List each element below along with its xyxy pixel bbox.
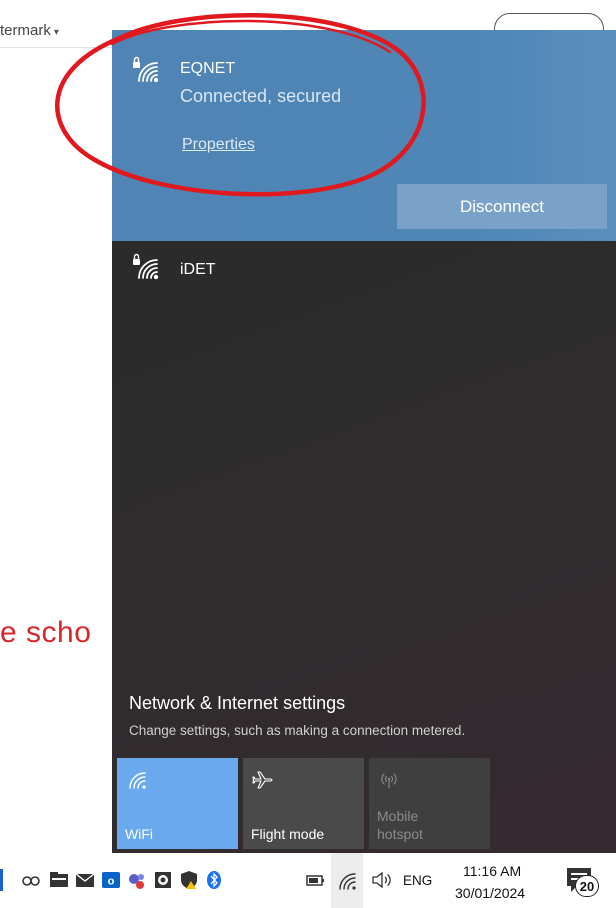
connection-status: Connected, secured [180, 86, 342, 106]
security-shield-icon[interactable] [178, 869, 200, 891]
speaker-icon[interactable] [370, 869, 392, 891]
language-indicator[interactable]: ENG [403, 873, 432, 888]
bluetooth-icon[interactable] [203, 869, 225, 891]
file-explorer-icon[interactable] [48, 869, 70, 891]
watermark-menu[interactable]: termark ▾ [0, 22, 59, 39]
hotspot-icon [381, 773, 397, 789]
wifi-tile-label: WiFi [125, 826, 153, 842]
network-settings-description: Change settings, such as making a connec… [129, 723, 466, 738]
wifi-secured-icon [133, 253, 159, 280]
document-body-text: e scho [0, 616, 92, 649]
connected-network-panel[interactable]: EQNET Connected, secured Properties Disc… [112, 30, 616, 241]
mobile-hotspot-tile-label: Mobile hotspot [377, 808, 423, 842]
clock-date[interactable]: 30/01/2024 [455, 885, 525, 901]
properties-link[interactable]: Properties [182, 136, 255, 154]
taskbar-edge-indicator [0, 869, 3, 891]
clock-time[interactable]: 11:16 AM [463, 863, 521, 879]
wifi-secured-icon [133, 56, 159, 83]
wifi-toggle-tile[interactable]: WiFi [117, 758, 238, 849]
outlook-icon[interactable]: o [100, 869, 122, 891]
network-settings-link[interactable]: Network & Internet settings [129, 693, 345, 714]
mail-icon[interactable] [74, 869, 96, 891]
calculator-icon[interactable] [152, 869, 174, 891]
mobile-hotspot-tile[interactable]: Mobile hotspot [369, 758, 490, 849]
battery-icon[interactable] [304, 869, 326, 891]
wifi-icon [129, 772, 146, 789]
watermark-menu-label: termark [0, 22, 51, 39]
wifi-taskbar-button[interactable] [331, 853, 363, 908]
disconnect-button[interactable]: Disconnect [397, 184, 607, 229]
airplane-icon [252, 771, 273, 789]
network-flyout: EQNET Connected, secured Properties Disc… [112, 30, 616, 853]
svg-text:o: o [108, 876, 115, 888]
teams-icon[interactable] [126, 869, 148, 891]
flight-mode-tile-label: Flight mode [251, 826, 325, 842]
network-name: iDET [180, 261, 216, 278]
link-icon[interactable] [20, 869, 42, 891]
connected-network-name: EQNET [180, 60, 236, 77]
flight-mode-tile[interactable]: Flight mode [243, 758, 364, 849]
notification-count-badge: 20 [575, 875, 599, 897]
network-list-item[interactable]: iDET [112, 241, 616, 301]
chevron-down-icon: ▾ [53, 27, 59, 38]
wifi-icon [339, 873, 356, 890]
